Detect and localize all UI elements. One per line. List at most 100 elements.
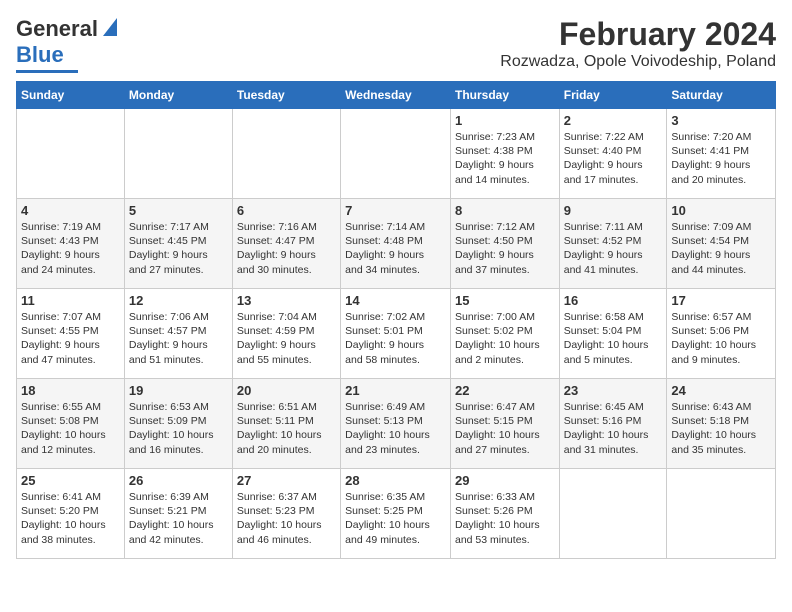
day-content: Sunrise: 7:19 AM Sunset: 4:43 PM Dayligh… (21, 220, 120, 277)
calendar-week-5: 25 Sunrise: 6:41 AM Sunset: 5:20 PM Dayli… (17, 469, 776, 559)
calendar-cell: 29Sunrise: 6:33 AM Sunset: 5:26 PM Dayli… (450, 469, 559, 559)
day-content: Sunrise: 7:09 AM Sunset: 4:54 PM Dayligh… (671, 220, 771, 277)
calendar-cell: 2 Sunrise: 7:22 AM Sunset: 4:40 PM Daylig… (559, 109, 667, 199)
day-number: 6 (237, 203, 336, 218)
day-content: Sunrise: 6:58 AM Sunset: 5:04 PM Dayligh… (564, 310, 663, 367)
day-content: Sunrise: 7:02 AM Sunset: 5:01 PM Dayligh… (345, 310, 446, 367)
day-content: Sunrise: 6:37 AM Sunset: 5:23 PM Dayligh… (237, 490, 336, 547)
calendar-cell: 28Sunrise: 6:35 AM Sunset: 5:25 PM Dayli… (341, 469, 451, 559)
calendar-cell: 14 Sunrise: 7:02 AM Sunset: 5:01 PM Dayli… (341, 289, 451, 379)
day-number: 27 (237, 473, 336, 488)
day-number: 20 (237, 383, 336, 398)
day-number: 19 (129, 383, 228, 398)
day-content: Sunrise: 7:11 AM Sunset: 4:52 PM Dayligh… (564, 220, 663, 277)
calendar-cell: 5 Sunrise: 7:17 AM Sunset: 4:45 PM Daylig… (124, 199, 232, 289)
day-number: 28 (345, 473, 446, 488)
day-content: Sunrise: 7:20 AM Sunset: 4:41 PM Dayligh… (671, 130, 771, 187)
day-content: Sunrise: 7:04 AM Sunset: 4:59 PM Dayligh… (237, 310, 336, 367)
day-number: 5 (129, 203, 228, 218)
page-header: General Blue February 2024 Rozwadza, Opo… (16, 16, 776, 73)
calendar-cell: 11 Sunrise: 7:07 AM Sunset: 4:55 PM Dayli… (17, 289, 125, 379)
logo-blue: Blue (16, 42, 64, 68)
weekday-header-friday: Friday (559, 82, 667, 109)
calendar-cell: 8 Sunrise: 7:12 AM Sunset: 4:50 PM Daylig… (450, 199, 559, 289)
day-number: 8 (455, 203, 555, 218)
calendar-cell (341, 109, 451, 199)
calendar-header: SundayMondayTuesdayWednesdayThursdayFrid… (17, 82, 776, 109)
calendar-cell: 27 Sunrise: 6:37 AM Sunset: 5:23 PM Dayli… (232, 469, 340, 559)
logo: General Blue (16, 16, 117, 73)
calendar-week-3: 11 Sunrise: 7:07 AM Sunset: 4:55 PM Dayli… (17, 289, 776, 379)
calendar-cell: 16 Sunrise: 6:58 AM Sunset: 5:04 PM Dayli… (559, 289, 667, 379)
logo-underline (16, 70, 78, 73)
calendar-cell: 24 Sunrise: 6:43 AM Sunset: 5:18 PM Dayli… (667, 379, 776, 469)
day-number: 11 (21, 293, 120, 308)
day-number: 1 (455, 113, 555, 128)
calendar-cell: 17 Sunrise: 6:57 AM Sunset: 5:06 PM Dayli… (667, 289, 776, 379)
day-number: 9 (564, 203, 663, 218)
calendar-week-1: 1 Sunrise: 7:23 AM Sunset: 4:38 PM Daylig… (17, 109, 776, 199)
weekday-header-wednesday: Wednesday (341, 82, 451, 109)
logo-arrow (103, 18, 117, 41)
day-content: Sunrise: 6:41 AM Sunset: 5:20 PM Dayligh… (21, 490, 120, 547)
page-title: February 2024 (500, 16, 776, 53)
calendar-cell: 25 Sunrise: 6:41 AM Sunset: 5:20 PM Dayli… (17, 469, 125, 559)
day-content: Sunrise: 6:51 AM Sunset: 5:11 PM Dayligh… (237, 400, 336, 457)
calendar-cell: 15Sunrise: 7:00 AM Sunset: 5:02 PM Dayli… (450, 289, 559, 379)
page-subtitle: Rozwadza, Opole Voivodeship, Poland (500, 53, 776, 71)
calendar-cell: 13Sunrise: 7:04 AM Sunset: 4:59 PM Dayli… (232, 289, 340, 379)
day-number: 26 (129, 473, 228, 488)
day-content: Sunrise: 6:33 AM Sunset: 5:26 PM Dayligh… (455, 490, 555, 547)
day-number: 22 (455, 383, 555, 398)
weekday-header-row: SundayMondayTuesdayWednesdayThursdayFrid… (17, 82, 776, 109)
day-content: Sunrise: 7:16 AM Sunset: 4:47 PM Dayligh… (237, 220, 336, 277)
day-number: 4 (21, 203, 120, 218)
calendar-cell (559, 469, 667, 559)
day-content: Sunrise: 7:17 AM Sunset: 4:45 PM Dayligh… (129, 220, 228, 277)
calendar-cell: 6 Sunrise: 7:16 AM Sunset: 4:47 PM Daylig… (232, 199, 340, 289)
calendar-cell: 18 Sunrise: 6:55 AM Sunset: 5:08 PM Dayli… (17, 379, 125, 469)
day-content: Sunrise: 6:57 AM Sunset: 5:06 PM Dayligh… (671, 310, 771, 367)
calendar-cell: 19 Sunrise: 6:53 AM Sunset: 5:09 PM Dayli… (124, 379, 232, 469)
day-number: 16 (564, 293, 663, 308)
weekday-header-saturday: Saturday (667, 82, 776, 109)
day-content: Sunrise: 6:55 AM Sunset: 5:08 PM Dayligh… (21, 400, 120, 457)
day-content: Sunrise: 7:14 AM Sunset: 4:48 PM Dayligh… (345, 220, 446, 277)
calendar-cell (124, 109, 232, 199)
day-content: Sunrise: 7:23 AM Sunset: 4:38 PM Dayligh… (455, 130, 555, 187)
day-content: Sunrise: 7:06 AM Sunset: 4:57 PM Dayligh… (129, 310, 228, 367)
calendar-cell: 20 Sunrise: 6:51 AM Sunset: 5:11 PM Dayli… (232, 379, 340, 469)
calendar-cell: 10 Sunrise: 7:09 AM Sunset: 4:54 PM Dayli… (667, 199, 776, 289)
day-number: 10 (671, 203, 771, 218)
day-number: 3 (671, 113, 771, 128)
day-number: 18 (21, 383, 120, 398)
day-content: Sunrise: 7:00 AM Sunset: 5:02 PM Dayligh… (455, 310, 555, 367)
day-number: 14 (345, 293, 446, 308)
calendar-body: 1 Sunrise: 7:23 AM Sunset: 4:38 PM Daylig… (17, 109, 776, 559)
day-number: 24 (671, 383, 771, 398)
day-number: 7 (345, 203, 446, 218)
weekday-header-monday: Monday (124, 82, 232, 109)
calendar-cell: 1 Sunrise: 7:23 AM Sunset: 4:38 PM Daylig… (450, 109, 559, 199)
day-content: Sunrise: 7:12 AM Sunset: 4:50 PM Dayligh… (455, 220, 555, 277)
calendar-table: SundayMondayTuesdayWednesdayThursdayFrid… (16, 81, 776, 559)
title-area: February 2024 Rozwadza, Opole Voivodeshi… (500, 16, 776, 71)
day-content: Sunrise: 7:07 AM Sunset: 4:55 PM Dayligh… (21, 310, 120, 367)
day-content: Sunrise: 6:39 AM Sunset: 5:21 PM Dayligh… (129, 490, 228, 547)
day-content: Sunrise: 6:43 AM Sunset: 5:18 PM Dayligh… (671, 400, 771, 457)
calendar-week-2: 4 Sunrise: 7:19 AM Sunset: 4:43 PM Daylig… (17, 199, 776, 289)
day-content: Sunrise: 6:45 AM Sunset: 5:16 PM Dayligh… (564, 400, 663, 457)
day-number: 17 (671, 293, 771, 308)
day-number: 2 (564, 113, 663, 128)
day-content: Sunrise: 6:53 AM Sunset: 5:09 PM Dayligh… (129, 400, 228, 457)
calendar-cell: 4 Sunrise: 7:19 AM Sunset: 4:43 PM Daylig… (17, 199, 125, 289)
day-number: 12 (129, 293, 228, 308)
weekday-header-sunday: Sunday (17, 82, 125, 109)
logo-general: General (16, 16, 98, 42)
day-number: 25 (21, 473, 120, 488)
calendar-cell (232, 109, 340, 199)
day-content: Sunrise: 7:22 AM Sunset: 4:40 PM Dayligh… (564, 130, 663, 187)
calendar-cell: 21Sunrise: 6:49 AM Sunset: 5:13 PM Dayli… (341, 379, 451, 469)
weekday-header-tuesday: Tuesday (232, 82, 340, 109)
calendar-cell: 22Sunrise: 6:47 AM Sunset: 5:15 PM Dayli… (450, 379, 559, 469)
